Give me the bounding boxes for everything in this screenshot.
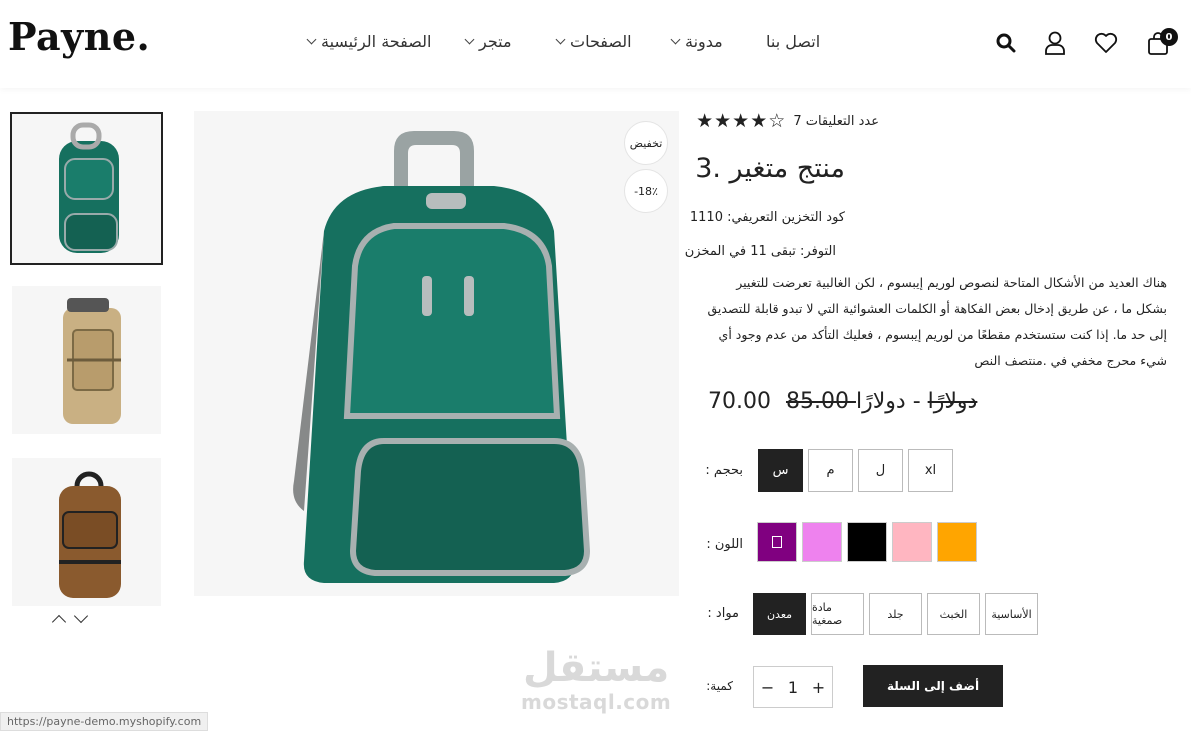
cart-count-badge: 0 bbox=[1160, 28, 1178, 46]
size-option-s[interactable]: س bbox=[758, 449, 803, 492]
material-option-leather[interactable]: جلد bbox=[869, 593, 922, 635]
thumbnail-tan-backpack[interactable] bbox=[12, 286, 161, 434]
size-label: بحجم : bbox=[705, 463, 743, 478]
heart-icon[interactable] bbox=[1091, 28, 1121, 58]
nav-blog-label: مدونة bbox=[685, 32, 723, 51]
quantity-minus-button[interactable]: − bbox=[761, 678, 774, 697]
price-currency: دولارًا bbox=[855, 389, 906, 414]
star-filled-icon: ★ bbox=[714, 110, 732, 132]
nav-pages-label: الصفحات bbox=[570, 32, 632, 51]
review-count[interactable]: عدد التعليقات 7 bbox=[793, 114, 879, 129]
quantity-label: كمية: bbox=[706, 679, 733, 693]
site-header: Payne. الصفحة الرئيسية متجر الصفحات مدون… bbox=[0, 0, 1191, 88]
chevron-down-icon bbox=[555, 34, 566, 45]
color-swatch-pink[interactable] bbox=[892, 522, 932, 562]
nav-blog[interactable]: مدونة bbox=[670, 32, 723, 51]
quantity-plus-button[interactable]: + bbox=[812, 678, 825, 697]
main-product-image[interactable]: تخفيض -18٪ bbox=[194, 111, 679, 596]
size-option-m[interactable]: م bbox=[808, 449, 853, 492]
product-title: منتج متغير .3 bbox=[695, 153, 845, 184]
color-swatch-black[interactable] bbox=[847, 522, 887, 562]
color-swatch-purple[interactable] bbox=[757, 522, 797, 562]
quantity-stepper: − 1 + bbox=[753, 666, 833, 708]
green-backpack-image bbox=[58, 122, 119, 253]
nav-home[interactable]: الصفحة الرئيسية bbox=[306, 32, 432, 51]
star-filled-icon: ★ bbox=[750, 110, 768, 132]
material-option-slag[interactable]: الخبث bbox=[927, 593, 980, 635]
status-bar-url: https://payne-demo.myshopify.com bbox=[0, 712, 209, 731]
price-new: 70.00 bbox=[708, 389, 771, 414]
product-rating: عدد التعليقات 7 ★ ★ ★ ★ ☆ bbox=[696, 112, 879, 131]
sale-badge: تخفيض bbox=[624, 121, 668, 165]
brown-backpack-image bbox=[58, 471, 121, 598]
add-to-cart-button[interactable]: أضف إلى السلة bbox=[863, 665, 1003, 707]
chevron-up-icon[interactable] bbox=[51, 614, 67, 630]
star-empty-icon: ☆ bbox=[768, 110, 786, 132]
size-option-xl[interactable]: xl bbox=[908, 449, 953, 492]
color-swatch-violet[interactable] bbox=[802, 522, 842, 562]
size-option-l[interactable]: ل bbox=[858, 449, 903, 492]
tan-backpack-image bbox=[62, 298, 121, 424]
nav-pages[interactable]: الصفحات bbox=[555, 32, 632, 51]
selected-check-icon bbox=[772, 536, 782, 548]
price-separator: - bbox=[912, 389, 921, 414]
color-label: اللون : bbox=[706, 537, 743, 552]
thumbnail-brown-backpack[interactable] bbox=[12, 458, 161, 606]
product-sku: كود التخزين التعريفي: 1110 bbox=[689, 210, 845, 225]
user-icon[interactable] bbox=[1040, 28, 1070, 58]
thumbnail-green-backpack[interactable] bbox=[10, 112, 163, 265]
nav-contact-label: اتصل بنا bbox=[766, 32, 821, 51]
product-price: 70.00 85.00 دولارًا - دولارًا bbox=[708, 389, 985, 414]
star-rating: ★ ★ ★ ★ ☆ bbox=[696, 112, 785, 131]
nav-shop[interactable]: متجر bbox=[464, 32, 512, 51]
chevron-down-icon[interactable] bbox=[73, 608, 89, 624]
product-description: هناك العديد من الأشكال المتاحة لنصوص لور… bbox=[707, 275, 1167, 368]
color-swatch-orange[interactable] bbox=[937, 522, 977, 562]
material-label: مواد : bbox=[707, 606, 739, 621]
star-filled-icon: ★ bbox=[696, 110, 714, 132]
watermark-arabic: مستقل bbox=[522, 645, 670, 691]
site-logo[interactable]: Payne. bbox=[8, 14, 150, 59]
material-option-basic[interactable]: الأساسية bbox=[985, 593, 1038, 635]
search-icon[interactable] bbox=[991, 28, 1021, 58]
quantity-value[interactable]: 1 bbox=[788, 678, 798, 697]
discount-badge: -18٪ bbox=[624, 169, 668, 213]
material-option-resin[interactable]: مادة صمغية bbox=[811, 593, 864, 635]
watermark-latin: mostaql.com bbox=[521, 690, 672, 714]
watermark: مستقل mostaql.com bbox=[521, 646, 671, 714]
nav-home-label: الصفحة الرئيسية bbox=[321, 32, 432, 51]
thumbnail-navigation bbox=[51, 608, 89, 630]
chevron-down-icon bbox=[670, 34, 681, 45]
star-filled-icon: ★ bbox=[732, 110, 750, 132]
product-availability: التوفر: تبقى 11 في المخزن bbox=[684, 244, 836, 259]
chevron-down-icon bbox=[306, 34, 317, 45]
nav-contact[interactable]: اتصل بنا bbox=[766, 32, 820, 51]
nav-shop-label: متجر bbox=[479, 32, 512, 51]
material-option-metal[interactable]: معدن bbox=[753, 593, 806, 635]
green-backpack-large-image bbox=[293, 131, 591, 583]
chevron-down-icon bbox=[464, 34, 475, 45]
